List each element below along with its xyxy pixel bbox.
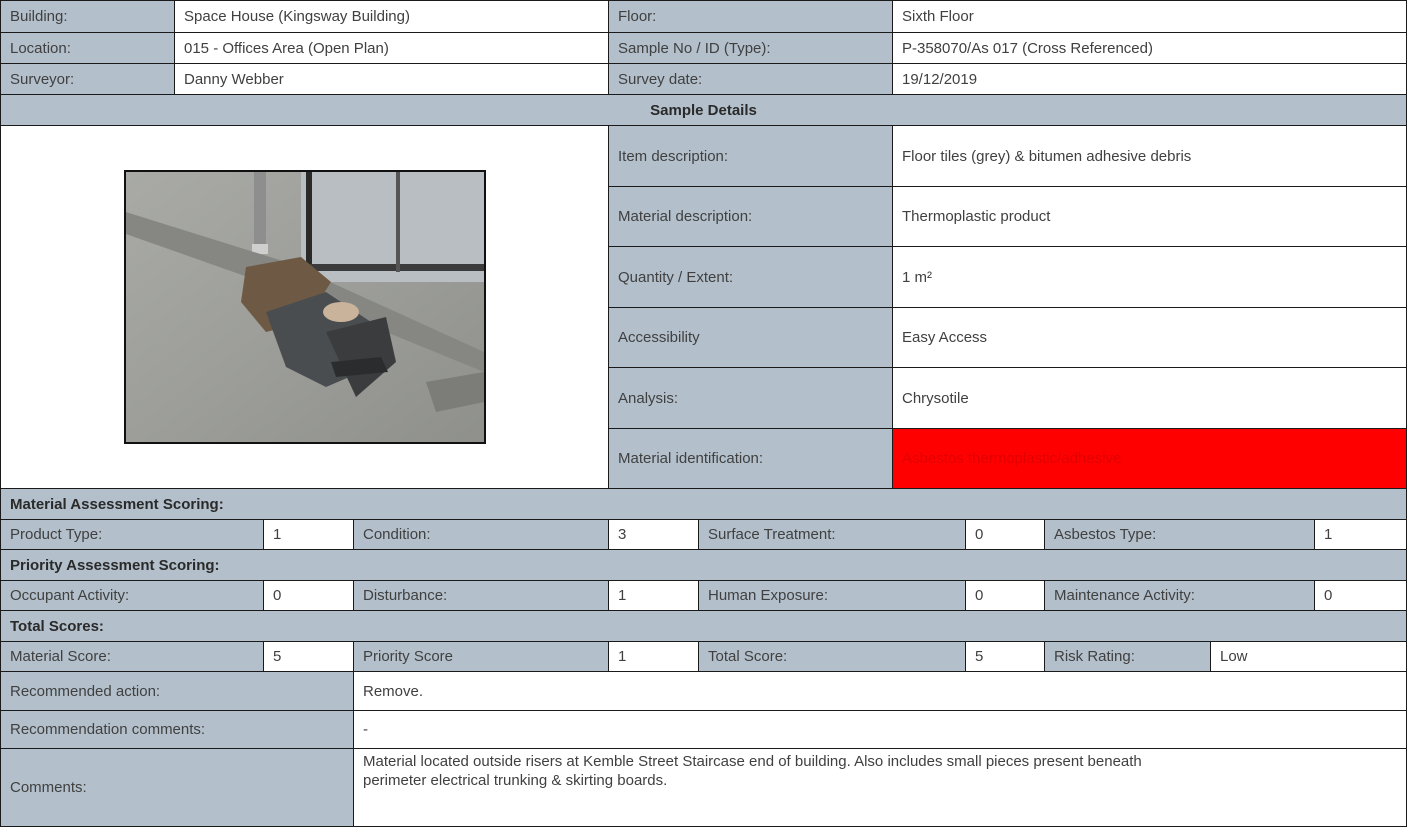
priority-assessment-heading: Priority Assessment Scoring:: [0, 549, 1407, 581]
disturbance-label: Disturbance:: [353, 580, 609, 611]
survey-date-value: 19/12/2019: [892, 63, 1407, 95]
priority-score-value: 1: [608, 641, 699, 672]
accessibility-value: Easy Access: [892, 307, 1407, 368]
risk-rating-value: Low: [1210, 641, 1407, 672]
sample-photo: [123, 170, 486, 444]
asbestos-survey-record: Building: Space House (Kingsway Building…: [0, 0, 1407, 827]
material-identification-label: Material identification:: [608, 428, 893, 489]
material-assessment-heading: Material Assessment Scoring:: [0, 488, 1407, 520]
asbestos-type-value: 1: [1314, 519, 1407, 550]
surveyor-label: Surveyor:: [0, 63, 175, 95]
sample-id-label: Sample No / ID (Type):: [608, 32, 893, 64]
location-value: 015 - Offices Area (Open Plan): [174, 32, 609, 64]
asbestos-type-label: Asbestos Type:: [1044, 519, 1315, 550]
sample-id-value: P-358070/As 017 (Cross Referenced): [892, 32, 1407, 64]
analysis-value: Chrysotile: [892, 367, 1407, 429]
comments-label: Comments:: [0, 748, 354, 827]
occupant-activity-label: Occupant Activity:: [0, 580, 264, 611]
material-identification-value: Asbestos thermoplastic/adhesive: [892, 428, 1407, 489]
quantity-value: 1 m²: [892, 246, 1407, 308]
condition-label: Condition:: [353, 519, 609, 550]
human-exposure-label: Human Exposure:: [698, 580, 966, 611]
material-description-label: Material description:: [608, 186, 893, 247]
recommended-action-value: Remove.: [353, 671, 1407, 711]
building-label: Building:: [0, 0, 175, 33]
survey-date-label: Survey date:: [608, 63, 893, 95]
accessibility-label: Accessibility: [608, 307, 893, 368]
item-description-label: Item description:: [608, 125, 893, 187]
maintenance-activity-value: 0: [1314, 580, 1407, 611]
material-score-label: Material Score:: [0, 641, 264, 672]
surface-treatment-value: 0: [965, 519, 1045, 550]
floor-label: Floor:: [608, 0, 893, 33]
product-type-value: 1: [263, 519, 354, 550]
surveyor-value: Danny Webber: [174, 63, 609, 95]
total-score-value: 5: [965, 641, 1045, 672]
sample-details-heading: Sample Details: [0, 94, 1407, 126]
location-label: Location:: [0, 32, 175, 64]
quantity-label: Quantity / Extent:: [608, 246, 893, 308]
product-type-label: Product Type:: [0, 519, 264, 550]
floor-value: Sixth Floor: [892, 0, 1407, 33]
condition-value: 3: [608, 519, 699, 550]
material-score-value: 5: [263, 641, 354, 672]
human-exposure-value: 0: [965, 580, 1045, 611]
recommendation-comments-label: Recommendation comments:: [0, 710, 354, 749]
risk-rating-label: Risk Rating:: [1044, 641, 1211, 672]
material-description-value: Thermoplastic product: [892, 186, 1407, 247]
item-description-value: Floor tiles (grey) & bitumen adhesive de…: [892, 125, 1407, 187]
recommendation-comments-value: -: [353, 710, 1407, 749]
priority-score-label: Priority Score: [353, 641, 609, 672]
disturbance-value: 1: [608, 580, 699, 611]
comments-value: Material located outside risers at Kembl…: [353, 748, 1407, 827]
sample-photo-cell: [0, 125, 609, 489]
floor-debris-image: [125, 172, 484, 442]
surface-treatment-label: Surface Treatment:: [698, 519, 966, 550]
total-score-label: Total Score:: [698, 641, 966, 672]
total-scores-heading: Total Scores:: [0, 610, 1407, 642]
analysis-label: Analysis:: [608, 367, 893, 429]
maintenance-activity-label: Maintenance Activity:: [1044, 580, 1315, 611]
recommended-action-label: Recommended action:: [0, 671, 354, 711]
occupant-activity-value: 0: [263, 580, 354, 611]
building-value: Space House (Kingsway Building): [174, 0, 609, 33]
